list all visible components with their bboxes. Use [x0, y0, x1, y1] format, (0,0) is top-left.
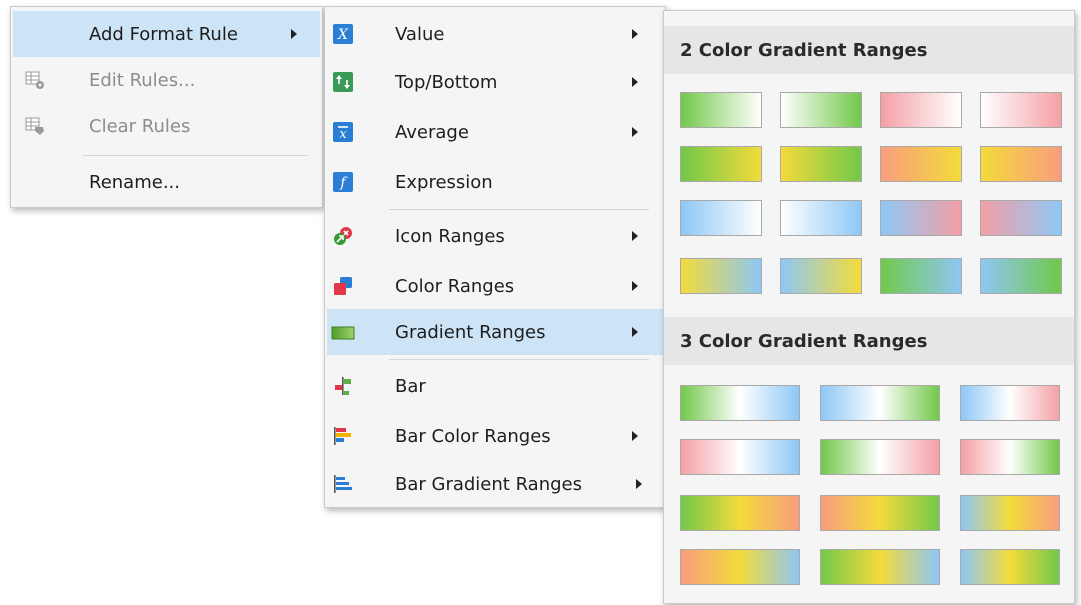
clear-rules-icon	[25, 117, 44, 135]
gradient-ranges-label: Gradient Ranges	[395, 322, 546, 343]
expression-item[interactable]: f Expression	[327, 159, 663, 205]
gradient-swatch[interactable]	[980, 92, 1062, 128]
submenu-arrow-icon	[632, 77, 638, 87]
clear-rules-label: Clear Rules	[89, 116, 191, 137]
color-ranges-icon	[334, 277, 352, 295]
add-format-rule-item[interactable]: Add Format Rule	[13, 11, 320, 57]
color-ranges-label: Color Ranges	[395, 276, 515, 297]
gradient-swatch[interactable]	[680, 92, 762, 128]
submenu-arrow-icon	[291, 29, 297, 39]
format-rule-submenu: X Value Top/Bottom x Average f Expressio…	[324, 6, 666, 508]
context-menu: Add Format Rule Edit Rules... Clear Rule…	[10, 6, 323, 208]
bar-color-ranges-item[interactable]: Bar Color Ranges	[327, 413, 663, 459]
gradient-swatch[interactable]	[780, 258, 862, 294]
gradient-swatch[interactable]	[680, 439, 800, 475]
edit-rules-item[interactable]: Edit Rules...	[13, 57, 320, 103]
menu-separator	[389, 359, 649, 360]
gradient-swatch[interactable]	[680, 549, 800, 585]
gradient-gallery: 2 Color Gradient Ranges 3 Color Gradient…	[663, 10, 1075, 604]
bar-label: Bar	[395, 376, 426, 397]
gradient-swatch[interactable]	[680, 146, 762, 182]
submenu-arrow-icon	[632, 127, 638, 137]
gradient-swatch[interactable]	[780, 92, 862, 128]
bar-gradient-ranges-label: Bar Gradient Ranges	[395, 474, 582, 495]
gradient-swatch[interactable]	[980, 200, 1062, 236]
gradient-swatch[interactable]	[680, 258, 762, 294]
submenu-arrow-icon	[632, 327, 638, 337]
expression-label: Expression	[395, 172, 493, 193]
gradient-swatch[interactable]	[960, 549, 1060, 585]
icon-ranges-icon	[334, 227, 352, 245]
color-ranges-item[interactable]: Color Ranges	[327, 263, 663, 309]
bar-icon	[335, 377, 351, 395]
svg-text:x: x	[339, 127, 347, 142]
submenu-arrow-icon	[632, 431, 638, 441]
gradient-ranges-icon	[331, 326, 355, 340]
gradient-swatch[interactable]	[680, 495, 800, 531]
gradient-swatch[interactable]	[960, 495, 1060, 531]
menu-separator	[389, 209, 649, 210]
gradient-swatch[interactable]	[680, 200, 762, 236]
gradient-swatch[interactable]	[820, 385, 940, 421]
top-bottom-icon	[333, 72, 353, 92]
gradient-swatch[interactable]	[880, 258, 962, 294]
submenu-arrow-icon	[636, 479, 642, 489]
edit-rules-icon	[25, 71, 44, 89]
bar-color-ranges-icon	[334, 427, 351, 445]
gradient-swatch[interactable]	[960, 439, 1060, 475]
bar-color-ranges-label: Bar Color Ranges	[395, 426, 551, 447]
svg-text:X: X	[337, 27, 349, 43]
expression-icon: f	[333, 172, 353, 192]
bar-gradient-ranges-item[interactable]: Bar Gradient Ranges	[327, 461, 663, 507]
two-color-section-header: 2 Color Gradient Ranges	[664, 26, 1074, 74]
submenu-arrow-icon	[632, 29, 638, 39]
average-item[interactable]: x Average	[327, 109, 663, 155]
average-label: Average	[395, 122, 469, 143]
icon-ranges-item[interactable]: Icon Ranges	[327, 213, 663, 259]
gradient-swatch[interactable]	[880, 92, 962, 128]
value-label: Value	[395, 24, 445, 45]
value-item[interactable]: X Value	[327, 11, 663, 57]
gradient-swatch[interactable]	[820, 549, 940, 585]
gradient-swatch[interactable]	[780, 200, 862, 236]
edit-rules-label: Edit Rules...	[89, 70, 196, 91]
gradient-swatch[interactable]	[820, 439, 940, 475]
submenu-arrow-icon	[632, 281, 638, 291]
three-color-title: 3 Color Gradient Ranges	[680, 331, 928, 352]
rename-label: Rename...	[89, 172, 180, 193]
bar-item[interactable]: Bar	[327, 363, 663, 409]
gradient-swatch[interactable]	[880, 200, 962, 236]
two-color-title: 2 Color Gradient Ranges	[680, 40, 928, 61]
menu-separator	[83, 155, 308, 156]
top-bottom-label: Top/Bottom	[395, 72, 498, 93]
submenu-arrow-icon	[632, 231, 638, 241]
gradient-swatch[interactable]	[980, 146, 1062, 182]
bar-gradient-ranges-icon	[334, 475, 352, 493]
gradient-swatch[interactable]	[820, 495, 940, 531]
add-format-rule-label: Add Format Rule	[89, 24, 238, 45]
icon-ranges-label: Icon Ranges	[395, 226, 505, 247]
top-bottom-item[interactable]: Top/Bottom	[327, 59, 663, 105]
gradient-swatch[interactable]	[680, 385, 800, 421]
gradient-swatch[interactable]	[880, 146, 962, 182]
gradient-ranges-item[interactable]: Gradient Ranges	[327, 309, 663, 355]
gradient-swatch[interactable]	[960, 385, 1060, 421]
three-color-section-header: 3 Color Gradient Ranges	[664, 317, 1074, 365]
clear-rules-item[interactable]: Clear Rules	[13, 103, 320, 149]
gradient-swatch[interactable]	[980, 258, 1062, 294]
rename-item[interactable]: Rename...	[13, 159, 320, 205]
average-icon: x	[333, 122, 353, 142]
value-icon: X	[333, 24, 353, 44]
gradient-swatch[interactable]	[780, 146, 862, 182]
